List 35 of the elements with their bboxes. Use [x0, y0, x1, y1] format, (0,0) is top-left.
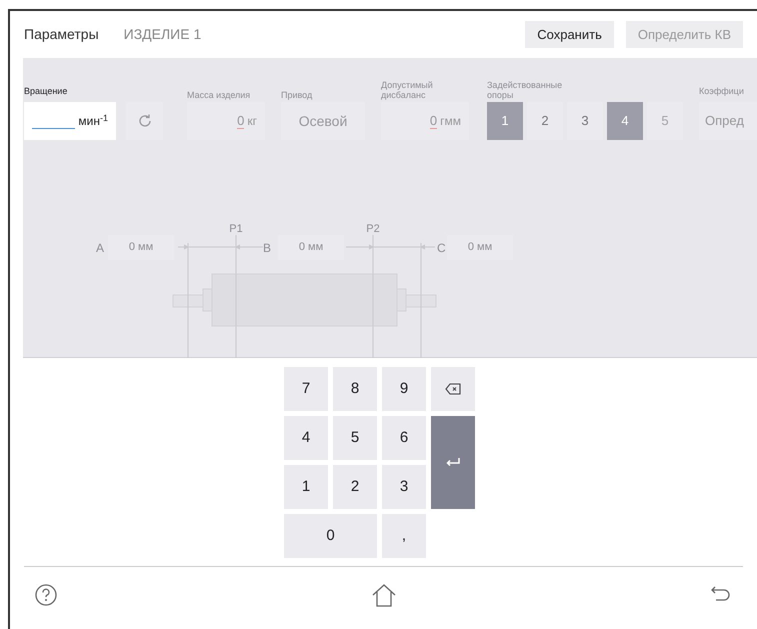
help-icon[interactable]: [35, 584, 57, 606]
backspace-icon: [445, 383, 461, 395]
plane-label: P1: [229, 222, 243, 237]
key-button[interactable]: 2: [333, 465, 377, 509]
key-button[interactable]: 6: [382, 416, 426, 460]
key-button[interactable]: 0: [284, 514, 377, 558]
header-button[interactable]: Сохранить: [525, 21, 614, 48]
field-label: Вращение: [24, 84, 68, 98]
key-button[interactable]: 5: [333, 416, 377, 460]
key-button[interactable]: 7: [284, 367, 328, 411]
rotation-input[interactable]: мин$^{-1}$: [24, 102, 116, 140]
key-button[interactable]: 1: [284, 465, 328, 509]
refresh-icon: [136, 113, 152, 129]
page-title: Параметры: [24, 25, 99, 44]
plane-label: P2: [366, 222, 380, 237]
field-label: Допустимый дисбаланс: [381, 80, 434, 102]
dimension-label: A: [96, 240, 104, 257]
key-button[interactable]: 4: [284, 416, 328, 460]
field-label: Масса изделия: [187, 89, 252, 102]
key-button[interactable]: 9: [382, 367, 426, 411]
key-button[interactable]: ,: [382, 514, 426, 558]
product-name: ИЗДЕЛИЕ 1: [124, 25, 202, 44]
key-button[interactable]: 3: [382, 465, 426, 509]
field-label: Задействованные опоры: [487, 80, 564, 102]
home-icon[interactable]: [370, 582, 396, 606]
support-toggle[interactable]: 2: [527, 102, 563, 140]
enter-icon: [446, 458, 460, 467]
unit-label: мин$^{-1}$: [78, 112, 108, 130]
backspace-key[interactable]: [431, 367, 475, 411]
dimension-label: C: [437, 240, 446, 257]
dimension-label: B: [263, 240, 272, 257]
key-button[interactable]: 8: [333, 367, 377, 411]
field-label: Привод: [281, 89, 314, 102]
field-label: Коэффици: [699, 84, 745, 98]
support-toggle[interactable]: 3: [567, 102, 603, 140]
